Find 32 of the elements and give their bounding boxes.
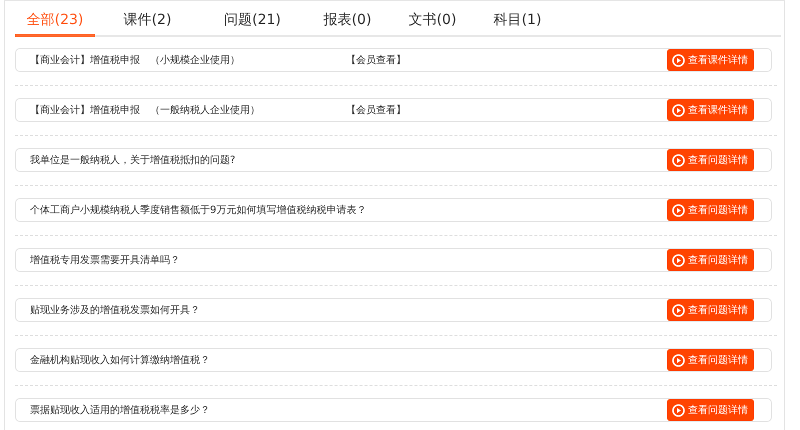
item-title: 贴现业务涉及的增值税发票如何开具？ — [30, 304, 201, 317]
details-button[interactable]: 查看课件详情 — [667, 99, 754, 121]
details-button[interactable]: 查看问题详情 — [667, 149, 754, 171]
item-title: 票据贴现收入适用的增值税税率是多少？ — [30, 404, 211, 417]
play-icon — [672, 104, 685, 116]
play-icon — [672, 354, 685, 366]
play-icon — [672, 54, 685, 66]
details-button[interactable]: 查看问题详情 — [667, 399, 754, 421]
play-icon — [672, 204, 685, 216]
member-tag: 【会员查看】 — [346, 103, 406, 117]
item-title: 【商业会计】增值税申报 （一般纳税人企业使用） — [30, 104, 261, 117]
play-icon — [672, 154, 685, 166]
item-title: 我单位是一般纳税人，关于增值税抵扣的问题? — [30, 154, 236, 167]
tab[interactable]: 课件(2) — [95, 7, 200, 37]
tab[interactable]: 文书(0) — [390, 7, 475, 37]
details-button[interactable]: 查看问题详情 — [667, 349, 754, 371]
details-button[interactable]: 查看课件详情 — [667, 49, 754, 71]
item-title: 增值税专用发票需要开具清单吗？ — [30, 254, 181, 267]
item-title: 【商业会计】增值税申报 （小规模企业使用） — [30, 54, 241, 67]
tab[interactable]: 科目(1) — [475, 7, 560, 37]
play-icon — [672, 254, 685, 266]
tab[interactable]: 全部(23) — [15, 7, 95, 37]
details-button[interactable]: 查看问题详情 — [667, 249, 754, 271]
item-title: 个体工商户小规模纳税人季度销售额低于9万元如何填写增值税纳税申请表？ — [30, 204, 366, 217]
play-icon — [672, 304, 685, 316]
tab[interactable]: 问题(21) — [200, 7, 305, 37]
member-tag: 【会员查看】 — [346, 53, 406, 67]
tab[interactable]: 报表(0) — [305, 7, 390, 37]
play-icon — [672, 404, 685, 416]
details-button[interactable]: 查看问题详情 — [667, 199, 754, 221]
item-title: 金融机构贴现收入如何计算缴纳增值税？ — [30, 354, 211, 367]
details-button[interactable]: 查看问题详情 — [667, 299, 754, 321]
